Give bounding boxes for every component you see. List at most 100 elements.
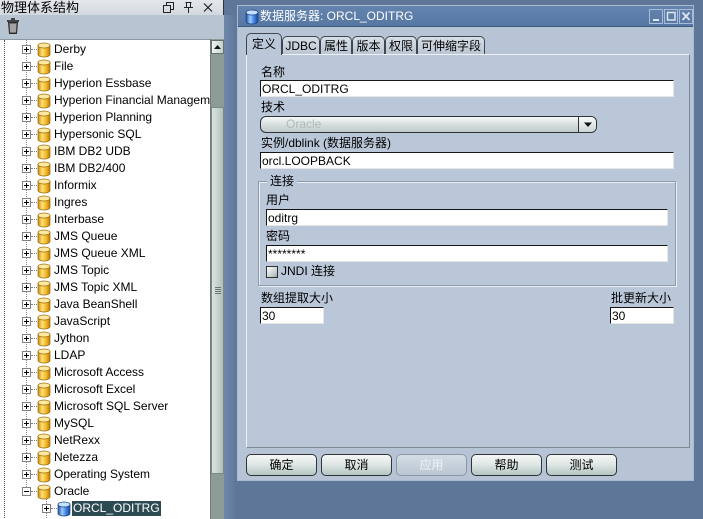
tree-node[interactable]: Hyperion Essbase	[0, 75, 210, 92]
expand-icon[interactable]	[22, 164, 31, 173]
tree-node[interactable]: Microsoft SQL Server	[0, 398, 210, 415]
tree-node-label[interactable]: Operating System	[53, 466, 151, 483]
expand-icon[interactable]	[22, 113, 31, 122]
expand-icon[interactable]	[22, 130, 31, 139]
tree-node-label[interactable]: Ingres	[53, 194, 88, 211]
expand-icon[interactable]	[42, 504, 51, 513]
expand-icon[interactable]	[22, 402, 31, 411]
tree-node[interactable]: Microsoft Access	[0, 364, 210, 381]
minimize-button[interactable]	[649, 9, 663, 24]
expand-icon[interactable]	[22, 232, 31, 241]
expand-icon[interactable]	[22, 453, 31, 462]
tab-jdbc[interactable]: JDBC	[282, 36, 320, 55]
tree-node-label[interactable]: IBM DB2 UDB	[53, 143, 132, 160]
expand-icon[interactable]	[22, 300, 31, 309]
collapse-icon[interactable]	[22, 487, 31, 496]
expand-icon[interactable]	[22, 249, 31, 258]
tree-node[interactable]: NetRexx	[0, 432, 210, 449]
tree-node-label[interactable]: IBM DB2/400	[53, 160, 126, 177]
tree-node[interactable]: Interbase	[0, 211, 210, 228]
tree-node-label[interactable]: Microsoft SQL Server	[53, 398, 169, 415]
tree-node-label[interactable]: JMS Queue XML	[53, 245, 146, 262]
jndi-connection-label[interactable]: JNDI 连接	[281, 264, 335, 278]
tree-node-label[interactable]: MySQL	[53, 415, 95, 432]
user-input[interactable]	[266, 209, 668, 226]
expand-icon[interactable]	[22, 266, 31, 275]
tab-definition[interactable]: 定义	[246, 33, 282, 55]
expand-icon[interactable]	[22, 385, 31, 394]
tree-node-label[interactable]: Hyperion Essbase	[53, 75, 152, 92]
expand-icon[interactable]	[22, 45, 31, 54]
tree-node-label[interactable]: Oracle	[53, 483, 90, 500]
tree-node[interactable]: Hyperion Financial Management	[0, 92, 210, 109]
maximize-button[interactable]	[664, 9, 678, 24]
tree-node[interactable]: IBM DB2/400	[0, 160, 210, 177]
physical-architecture-tree[interactable]: Derby File Hyperion Essbase Hyperion Financ…	[0, 39, 210, 519]
tree-node-label[interactable]: NetRexx	[53, 432, 101, 449]
close-button[interactable]	[679, 9, 693, 24]
expand-icon[interactable]	[22, 419, 31, 428]
panel-splitter[interactable]	[224, 15, 237, 519]
tree-node-label[interactable]: Derby	[53, 41, 87, 58]
tree-node-label[interactable]: LDAP	[53, 347, 86, 364]
password-input[interactable]	[266, 245, 668, 262]
tree-node[interactable]: JavaScript	[0, 313, 210, 330]
tree-node-label[interactable]: JMS Queue	[53, 228, 118, 245]
tree-node-label[interactable]: Microsoft Access	[53, 364, 145, 381]
expand-icon[interactable]	[22, 215, 31, 224]
help-button[interactable]: 帮助	[471, 454, 542, 476]
tree-node-label[interactable]: ORCL_ODITRG	[72, 501, 161, 516]
close-icon[interactable]	[201, 1, 215, 14]
tree-node-label[interactable]: Interbase	[53, 211, 105, 228]
tree-node-label[interactable]: Java BeanShell	[53, 296, 138, 313]
expand-icon[interactable]	[22, 62, 31, 71]
tree-node[interactable]: MySQL	[0, 415, 210, 432]
tree-node-label[interactable]: JMS Topic XML	[53, 279, 138, 296]
tree-node-label[interactable]: Informix	[53, 177, 98, 194]
name-input[interactable]	[260, 80, 674, 97]
tree-node[interactable]: Ingres	[0, 194, 210, 211]
expand-icon[interactable]	[22, 368, 31, 377]
expand-icon[interactable]	[22, 334, 31, 343]
jndi-connection-checkbox[interactable]	[266, 266, 278, 278]
array-fetch-size-input[interactable]	[260, 307, 324, 324]
test-connection-button[interactable]: 测试	[546, 454, 617, 476]
batch-update-size-input[interactable]	[610, 307, 674, 324]
tree-node[interactable]: JMS Topic	[0, 262, 210, 279]
expand-icon[interactable]	[22, 198, 31, 207]
tree-node[interactable]: Hypersonic SQL	[0, 126, 210, 143]
tree-node-label[interactable]: Hyperion Planning	[53, 109, 153, 126]
expand-icon[interactable]	[22, 470, 31, 479]
dialog-title-bar[interactable]: 数据服务器: ORCL_ODITRG	[238, 6, 693, 27]
pin-icon[interactable]	[181, 1, 195, 14]
tab-properties[interactable]: 属性	[320, 36, 352, 55]
tree-node[interactable]: Oracle	[0, 483, 210, 500]
tree-node-label[interactable]: Microsoft Excel	[53, 381, 136, 398]
restore-window-icon[interactable]	[162, 1, 176, 14]
tree-node[interactable]: JMS Queue	[0, 228, 210, 245]
expand-icon[interactable]	[22, 79, 31, 88]
expand-icon[interactable]	[22, 181, 31, 190]
tab-privileges[interactable]: 权限	[385, 36, 417, 55]
tree-node[interactable]: Operating System	[0, 466, 210, 483]
tree-node[interactable]: Jython	[0, 330, 210, 347]
tree-node-label[interactable]: Netezza	[53, 449, 99, 466]
expand-icon[interactable]	[22, 147, 31, 156]
tree-scrollbar[interactable]	[210, 39, 224, 519]
tree-node[interactable]: JMS Queue XML	[0, 245, 210, 262]
tab-version[interactable]: 版本	[352, 36, 385, 55]
tab-flexfields[interactable]: 可伸缩字段	[417, 36, 485, 55]
ok-button[interactable]: 确定	[246, 454, 317, 476]
scrollbar-thumb[interactable]	[211, 107, 224, 475]
tree-node[interactable]: IBM DB2 UDB	[0, 143, 210, 160]
expand-icon[interactable]	[22, 96, 31, 105]
tree-node[interactable]: LDAP	[0, 347, 210, 364]
tree-node[interactable]: Informix	[0, 177, 210, 194]
tree-node[interactable]: Hyperion Planning	[0, 109, 210, 126]
tree-node[interactable]: ORCL_ODITRG	[0, 500, 210, 517]
tree-node-label[interactable]: JMS Topic	[53, 262, 110, 279]
expand-icon[interactable]	[22, 317, 31, 326]
tree-node[interactable]: File	[0, 58, 210, 75]
tree-node-label[interactable]: Jython	[53, 330, 90, 347]
expand-icon[interactable]	[22, 351, 31, 360]
